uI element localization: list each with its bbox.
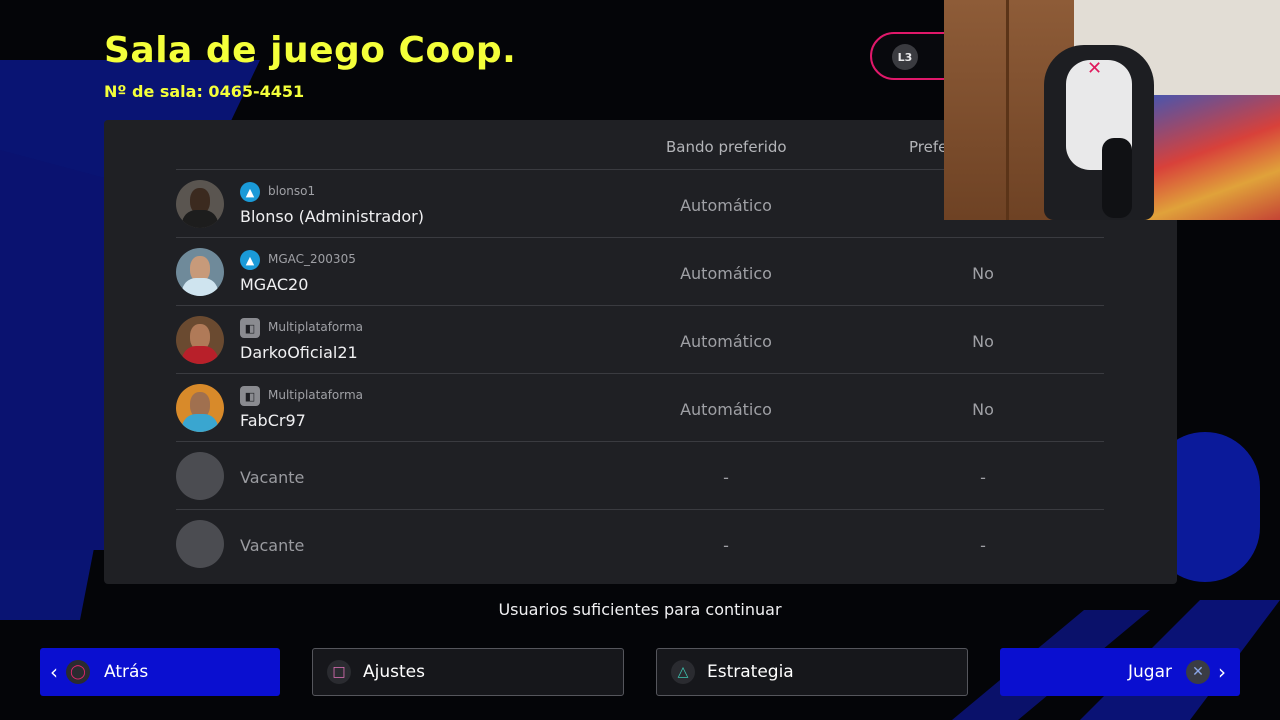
preferred-side-value: -: [723, 468, 729, 487]
strategy-button[interactable]: △ Estrategia: [656, 648, 968, 696]
empty-avatar: [176, 452, 224, 500]
preferred-side-value: -: [723, 536, 729, 555]
player-name: DarkoOficial21: [240, 343, 358, 362]
avatar: [176, 180, 224, 228]
l3-icon: L3: [892, 44, 918, 70]
preferred-side-value: Automático: [680, 264, 772, 283]
room-number: Nº de sala: 0465-4451: [104, 82, 305, 101]
vacant-label: Vacante: [240, 536, 305, 555]
cross-button-icon: ✕: [1186, 660, 1210, 684]
chevron-left-icon: ‹: [50, 660, 58, 684]
preference-value: No: [972, 400, 994, 419]
player-id: MGAC_200305: [268, 252, 356, 266]
player-name: Blonso (Administrador): [240, 207, 424, 226]
square-button-icon: □: [327, 660, 351, 684]
gamepad-icon: ◧: [240, 318, 260, 338]
play-button-label: Jugar: [1128, 662, 1172, 682]
preference-value: -: [980, 468, 986, 487]
player-id: blonso1: [268, 184, 316, 198]
column-header-preferred-side: Bando preferido: [666, 138, 787, 156]
triangle-button-icon: △: [671, 660, 695, 684]
player-platform: Multiplataforma: [268, 320, 364, 334]
preferred-side-value: Automático: [680, 332, 772, 351]
avatar: [176, 248, 224, 296]
player-name: FabCr97: [240, 411, 306, 430]
status-message: Usuarios suficientes para continuar: [498, 600, 782, 619]
circle-button-icon: ◯: [66, 660, 90, 684]
player-row[interactable]: ◧ Multiplataforma FabCr97 Automático No: [176, 373, 1104, 441]
preferred-side-value: Automático: [680, 400, 772, 419]
settings-button-label: Ajustes: [363, 662, 425, 682]
player-row[interactable]: ▲ MGAC_200305 MGAC20 Automático No: [176, 237, 1104, 305]
play-button[interactable]: Jugar ✕ ›: [1000, 648, 1240, 696]
preference-value: No: [972, 332, 994, 351]
column-header-preference: Prefe: [909, 138, 948, 156]
vacant-slot-row[interactable]: Vacante - -: [176, 509, 1104, 577]
chevron-right-icon: ›: [1218, 660, 1226, 684]
back-button-label: Atrás: [104, 662, 149, 682]
preference-value: -: [980, 536, 986, 555]
preference-value: No: [972, 264, 994, 283]
player-row[interactable]: ◧ Multiplataforma DarkoOficial21 Automát…: [176, 305, 1104, 373]
preferred-side-value: Automático: [680, 196, 772, 215]
vacant-label: Vacante: [240, 468, 305, 487]
player-name: MGAC20: [240, 275, 309, 294]
playstation-icon: ▲: [240, 250, 260, 270]
page-title: Sala de juego Coop.: [104, 30, 517, 71]
playstation-icon: ▲: [240, 182, 260, 202]
back-button[interactable]: ‹ ◯ Atrás: [40, 648, 280, 696]
empty-avatar: [176, 520, 224, 568]
avatar: [176, 384, 224, 432]
webcam-overlay: ✕: [944, 0, 1280, 220]
settings-button[interactable]: □ Ajustes: [312, 648, 624, 696]
vacant-slot-row[interactable]: Vacante - -: [176, 441, 1104, 509]
strategy-button-label: Estrategia: [707, 662, 794, 682]
avatar: [176, 316, 224, 364]
gamepad-icon: ◧: [240, 386, 260, 406]
player-platform: Multiplataforma: [268, 388, 364, 402]
